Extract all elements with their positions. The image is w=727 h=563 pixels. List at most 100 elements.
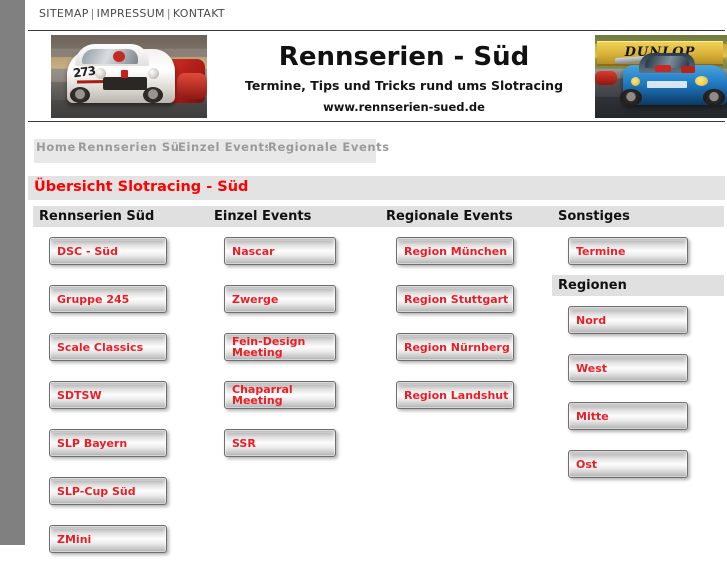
button-face: SSR [228, 433, 332, 453]
nav-tab-home[interactable]: Home [34, 139, 78, 163]
link-button-chaparral-meeting[interactable]: Chaparral Meeting [224, 381, 336, 409]
impressum-link[interactable]: IMPRESSUM [97, 7, 165, 20]
sitemap-link[interactable]: SITEMAP [39, 7, 89, 20]
button-label: West [576, 361, 608, 375]
page-content: SITEMAP | IMPRESSUM | KONTAKT 273 Rennse… [25, 0, 727, 553]
banner-subtitle: Termine, Tips und Tricks rund ums Slotra… [244, 78, 564, 93]
button-slot: Region Stuttgart [380, 275, 552, 323]
left-photo-car-number: 273 [72, 63, 96, 81]
link-button-scale-classics[interactable]: Scale Classics [49, 333, 167, 361]
right-photo-white-decal [647, 81, 687, 88]
button-slot: West [552, 344, 724, 392]
button-face: Region Nürnberg [400, 337, 510, 357]
button-slot: SDTSW [33, 371, 211, 419]
link-button-gruppe-245[interactable]: Gruppe 245 [49, 285, 167, 313]
left-photo-headlight-2 [148, 68, 159, 79]
button-label: Region München [404, 244, 508, 258]
button-face: Gruppe 245 [53, 289, 163, 309]
banner-text-block: Rennserien - Süd Termine, Tips und Trick… [218, 34, 590, 119]
page-root: SITEMAP | IMPRESSUM | KONTAKT 273 Rennse… [0, 0, 727, 553]
button-label: Fein-Design Meeting [232, 335, 306, 359]
button-label: Zwerge [232, 292, 279, 306]
button-label: Gruppe 245 [57, 292, 130, 306]
page-title: Übersicht Slotracing - Süd [34, 179, 249, 195]
link-button-termine[interactable]: Termine [568, 237, 688, 265]
banner-title: Rennserien - Süd [278, 42, 530, 72]
button-label: Region Landshut [404, 388, 509, 402]
link-button-region-stuttgart[interactable]: Region Stuttgart [396, 285, 514, 313]
left-photo-wheel-2 [143, 87, 163, 103]
button-face: SDTSW [53, 385, 163, 405]
button-slot: SLP Bayern [33, 419, 211, 467]
link-button-zwerge[interactable]: Zwerge [224, 285, 336, 313]
button-label: Chaparral Meeting [232, 383, 293, 407]
main-navigation: Home Rennserien Süd Einzel Events Regionale… [28, 137, 725, 165]
link-button-nord[interactable]: Nord [568, 306, 688, 334]
link-button-ost[interactable]: Ost [568, 450, 688, 478]
button-face: Region München [400, 241, 510, 261]
link-button-region-munchen[interactable]: Region München [396, 237, 514, 265]
right-photo-red-decal-2 [681, 66, 695, 73]
utility-links: SITEMAP | IMPRESSUM | KONTAKT [39, 7, 225, 20]
button-face: Nascar [228, 241, 332, 261]
right-photo-headlight-2 [631, 77, 640, 86]
link-button-ssr[interactable]: SSR [224, 429, 336, 457]
button-slot: Region München [380, 227, 552, 275]
button-slot: Zwerge [208, 275, 380, 323]
column-header: Einzel Events [208, 206, 380, 227]
button-label: Nord [576, 313, 607, 327]
link-button-region-landshut[interactable]: Region Landshut [396, 381, 514, 409]
button-face: West [572, 358, 684, 378]
button-face: Fein-Design Meeting [228, 335, 332, 359]
site-banner: 273 Rennserien - Süd Termine, Tips und T… [28, 30, 727, 122]
link-button-dsc-sud[interactable]: DSC - Süd [49, 237, 167, 265]
button-face: Termine [572, 241, 684, 261]
button-slot: Mitte [552, 392, 724, 440]
link-button-zmini[interactable]: ZMini [49, 525, 167, 553]
link-button-mitte[interactable]: Mitte [568, 402, 688, 430]
nav-tab-label: Regionale Events [268, 140, 390, 154]
button-face: ZMini [53, 529, 163, 549]
link-button-fein-design-meeting[interactable]: Fein-Design Meeting [224, 333, 336, 361]
column-regionale-events: Regionale Events Region München Region Stu… [380, 206, 552, 419]
nav-tab-einzel-events[interactable]: Einzel Events [178, 139, 271, 163]
nav-tab-label: Einzel Events [178, 140, 272, 154]
nav-tab-rennserien-s-d[interactable]: Rennserien Süd [78, 139, 188, 163]
button-face: Mitte [572, 406, 684, 426]
banner-photo-left: 273 [50, 34, 208, 119]
left-photo-windshield [82, 49, 138, 64]
button-face: Ost [572, 454, 684, 474]
link-button-nascar[interactable]: Nascar [224, 237, 336, 265]
button-slot: DSC - Süd [33, 227, 211, 275]
column-header: Sonstiges [552, 206, 724, 227]
column-einzel-events: Einzel Events Nascar Zwerge Fein-Design Mee… [208, 206, 380, 467]
button-slot: Region Nürnberg [380, 323, 552, 371]
kontakt-link[interactable]: KONTAKT [173, 7, 225, 20]
button-face: DSC - Süd [53, 241, 163, 261]
button-face: Region Stuttgart [400, 289, 510, 309]
button-face: SLP-Cup Süd [53, 481, 163, 501]
link-button-sdtsw[interactable]: SDTSW [49, 381, 167, 409]
button-slot: SSR [208, 419, 380, 467]
button-slot: Nascar [208, 227, 380, 275]
button-slot: ZMini [33, 515, 211, 563]
link-button-west[interactable]: West [568, 354, 688, 382]
banner-photo-right: DUNLOP [594, 34, 727, 119]
left-photo-headlight-1 [95, 68, 106, 79]
banner-url: www.rennserien-sued.de [323, 100, 485, 114]
nav-tab-regionale-events[interactable]: Regionale Events [268, 139, 389, 163]
left-photo-front-grill [103, 77, 147, 90]
column-sonstiges: Sonstiges Termine Regionen Nord West Mitte Ost [552, 206, 724, 488]
button-label: DSC - Süd [57, 244, 118, 258]
util-separator-2: | [166, 7, 171, 20]
button-slot: Scale Classics [33, 323, 211, 371]
column-header: Regionale Events [380, 206, 552, 227]
link-button-slp-bayern[interactable]: SLP Bayern [49, 429, 167, 457]
left-photo-red-car-2 [177, 73, 207, 99]
button-label: SLP Bayern [57, 436, 128, 450]
link-button-region-nurnberg[interactable]: Region Nürnberg [396, 333, 514, 361]
column-header: Rennserien Süd [33, 206, 211, 227]
button-face: Scale Classics [53, 337, 163, 357]
link-button-slp-cup-sud[interactable]: SLP-Cup Süd [49, 477, 167, 505]
button-label: ZMini [57, 532, 92, 546]
